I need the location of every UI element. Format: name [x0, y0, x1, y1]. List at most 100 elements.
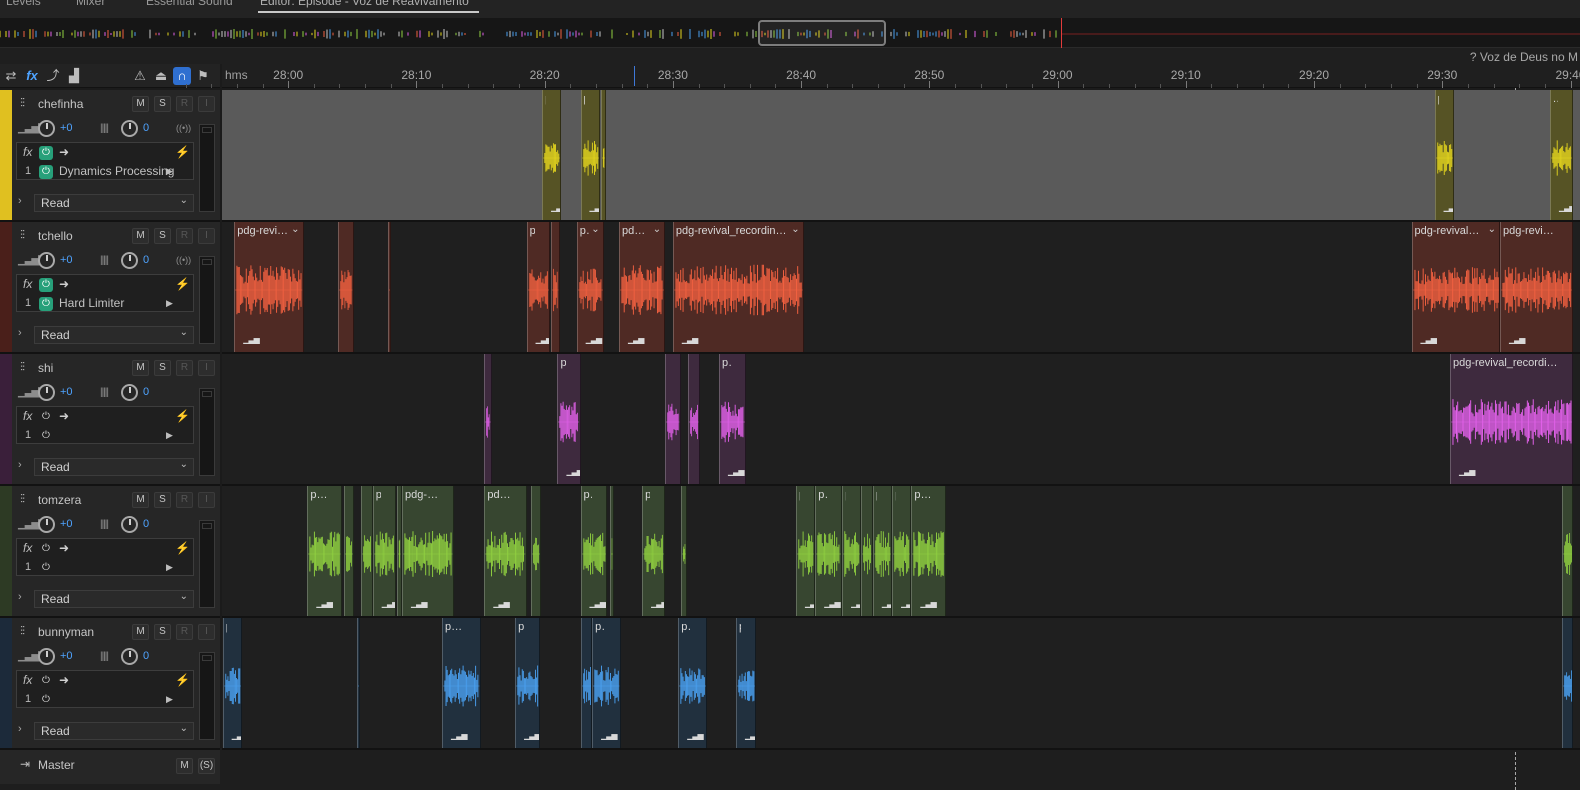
audio-clip[interactable]: pdg-reviv...⌄ ▁▃▅ — [619, 222, 666, 352]
slot-menu-arrow-icon[interactable]: ▶ — [166, 430, 173, 441]
track-name[interactable]: tomzera — [38, 493, 81, 507]
audio-clip[interactable]: pdg-revi... ▁▃▅ — [592, 618, 621, 748]
pre-post-fader-icon[interactable]: ➜ — [59, 409, 69, 423]
audio-clip[interactable]: pdg-... ▁▃▅ — [542, 90, 562, 220]
fx-slot-name[interactable]: Hard Limiter — [59, 296, 124, 310]
snap-icon[interactable]: ∩ — [173, 67, 191, 85]
volume-value[interactable]: +0 — [60, 650, 73, 662]
volume-value[interactable]: +0 — [60, 386, 73, 398]
audio-clip[interactable]: pdg-rev... ▁▃▅ — [307, 486, 342, 616]
mute-button[interactable]: M — [132, 492, 149, 508]
fx-power-icon[interactable]: ⏻ — [39, 146, 53, 160]
audio-clip[interactable]: pdg-... ▁▃▅ — [892, 486, 912, 616]
clip-menu-chevron-icon[interactable]: ⌄ — [653, 224, 661, 235]
audio-clip[interactable]: pd — [1561, 486, 1574, 616]
slot-menu-arrow-icon[interactable]: ▶ — [166, 166, 173, 177]
audio-clip[interactable]: pdg-re... ▁▃▅ — [815, 486, 843, 616]
audio-clip[interactable]: pdg-r... ▁▃▅ — [372, 486, 396, 616]
swap-icon[interactable]: ⇄ — [2, 67, 20, 85]
slot-power-icon[interactable]: ⏻ — [39, 429, 53, 443]
record-arm-button[interactable]: R — [176, 96, 193, 112]
audio-clip[interactable]: pdg-... ▁▃▅ — [1434, 90, 1454, 220]
pre-post-fader-icon[interactable]: ➜ — [59, 277, 69, 291]
automation-mode-select[interactable]: Read ⌄ — [34, 590, 194, 608]
volume-knob[interactable] — [38, 252, 55, 269]
lightning-icon[interactable]: ⚡ — [175, 145, 190, 159]
track-lane-chefinha[interactable]: pdg-... ▁▃▅ pdg-... ▁▃▅ pdg-... ▁▃▅ ... ▁▃▅ — [222, 90, 1580, 222]
record-arm-button[interactable]: R — [176, 228, 193, 244]
pan-knob[interactable] — [121, 516, 138, 533]
audio-clip[interactable]: pdg-revival_reco...⌄ ▁▃▅ — [234, 222, 304, 352]
volume-knob[interactable] — [38, 384, 55, 401]
lightning-icon[interactable]: ⚡ — [175, 409, 190, 423]
audio-clip[interactable]: ... — [580, 618, 593, 748]
audio-clip[interactable] — [551, 222, 560, 352]
lightning-icon[interactable]: ⚡ — [175, 277, 190, 291]
drag-handle-icon[interactable]: ⫶⫶ — [20, 624, 25, 639]
volume-knob[interactable] — [38, 648, 55, 665]
audio-clip[interactable]: pdg-... ▁▃▅ — [526, 222, 550, 352]
audio-clip[interactable]: pdg-revival_recording-1_2019-09-06--t11.… — [672, 222, 804, 352]
volume-value[interactable]: +0 — [60, 518, 73, 530]
pan-knob[interactable] — [121, 648, 138, 665]
audio-clip[interactable]: pdg-reviva... ▁▃▅ — [911, 486, 946, 616]
drag-handle-icon[interactable]: ⫶⫶ — [20, 360, 25, 375]
volume-value[interactable]: +0 — [60, 254, 73, 266]
solo-button[interactable]: S — [154, 492, 171, 508]
audio-clip[interactable]: ... ▁▃▅ — [1549, 90, 1574, 220]
sends-icon[interactable]: ⤴ — [44, 67, 62, 85]
audio-clip[interactable]: pdg-... ▁▃▅ — [580, 90, 600, 220]
track-name[interactable]: tchello — [38, 229, 73, 243]
fx-slot-name[interactable]: Dynamics Processing — [59, 164, 174, 178]
drag-handle-icon[interactable]: ⫶⫶ — [20, 96, 25, 111]
metronome-icon[interactable]: ⚠ — [131, 67, 149, 85]
audio-clip[interactable]: pdg-r... ▁▃▅ — [580, 486, 608, 616]
audio-clip[interactable]: pdg-revival_... ▁▃▅ — [484, 486, 527, 616]
slot-menu-arrow-icon[interactable]: ▶ — [166, 562, 173, 573]
tab-essential-sound[interactable]: Essential Sound — [146, 0, 233, 8]
tab-editor[interactable]: Editor: Episode - Voz de Reavivamento — [258, 0, 479, 13]
fx-power-icon[interactable]: ⏻ — [39, 410, 53, 424]
audio-clip[interactable]: pd... — [665, 354, 681, 484]
automation-mode-select[interactable]: Read ⌄ — [34, 194, 194, 212]
audio-clip[interactable] — [609, 486, 614, 616]
slot-power-icon[interactable]: ⏻ — [39, 165, 53, 179]
tab-levels[interactable]: Levels — [6, 0, 41, 8]
expand-icon[interactable]: › — [18, 459, 22, 471]
drag-handle-icon[interactable]: ⫶⫶ — [20, 228, 25, 243]
slot-power-icon[interactable]: ⏻ — [39, 561, 53, 575]
track-lane-shi[interactable]: pdg... ▁▃▅ pd...... pdg-rev... ▁▃▅ pdg-reviva… — [222, 354, 1580, 486]
fx-icon[interactable]: fx — [23, 67, 41, 85]
pan-value[interactable]: 0 — [143, 386, 149, 398]
fx-power-icon[interactable]: ⏻ — [39, 674, 53, 688]
pan-knob[interactable] — [121, 120, 138, 137]
audio-clip[interactable]: pdg-... ▁▃▅ — [872, 486, 893, 616]
pre-post-fader-icon[interactable]: ➜ — [59, 673, 69, 687]
automation-mode-select[interactable]: Read ⌄ — [34, 458, 194, 476]
pan-value[interactable]: 0 — [143, 518, 149, 530]
audio-clip[interactable]: pdg-rev... ▁▃▅ — [719, 354, 746, 484]
clip-menu-chevron-icon[interactable]: ⌄ — [591, 224, 599, 235]
slot-power-icon[interactable]: ⏻ — [39, 693, 53, 707]
mute-button[interactable]: M — [132, 228, 149, 244]
audio-clip[interactable]: pdg... ▁▃▅ — [557, 354, 581, 484]
mute-button[interactable]: M — [132, 360, 149, 376]
input-monitor-button[interactable]: I — [198, 96, 215, 112]
automation-mode-select[interactable]: Read ⌄ — [34, 722, 194, 740]
audio-clip[interactable] — [356, 618, 360, 748]
automation-mode-select[interactable]: Read ⌄ — [34, 326, 194, 344]
expand-icon[interactable]: › — [18, 327, 22, 339]
track-name[interactable]: shi — [38, 361, 53, 375]
lightning-icon[interactable]: ⚡ — [175, 541, 190, 555]
audio-clip[interactable]: pdg-revival_recording-1... ▁▃▅ — [1499, 222, 1574, 352]
solo-button[interactable]: S — [154, 624, 171, 640]
audio-clip[interactable]: pdg-re... ▁▃▅ — [515, 618, 540, 748]
slot-power-icon[interactable]: ⏻ — [39, 297, 53, 311]
audio-clip[interactable]: pdg-revival_recording-1_2019-09-06--t11.… — [1449, 354, 1574, 484]
punch-icon[interactable]: ⏏ — [152, 67, 170, 85]
expand-icon[interactable]: › — [18, 591, 22, 603]
audio-clip[interactable]: ... — [361, 486, 373, 616]
audio-clip[interactable] — [680, 486, 687, 616]
audio-clip[interactable]: pdg-... ▁▃▅ — [735, 618, 756, 748]
audio-clip[interactable]: ... — [530, 486, 541, 616]
